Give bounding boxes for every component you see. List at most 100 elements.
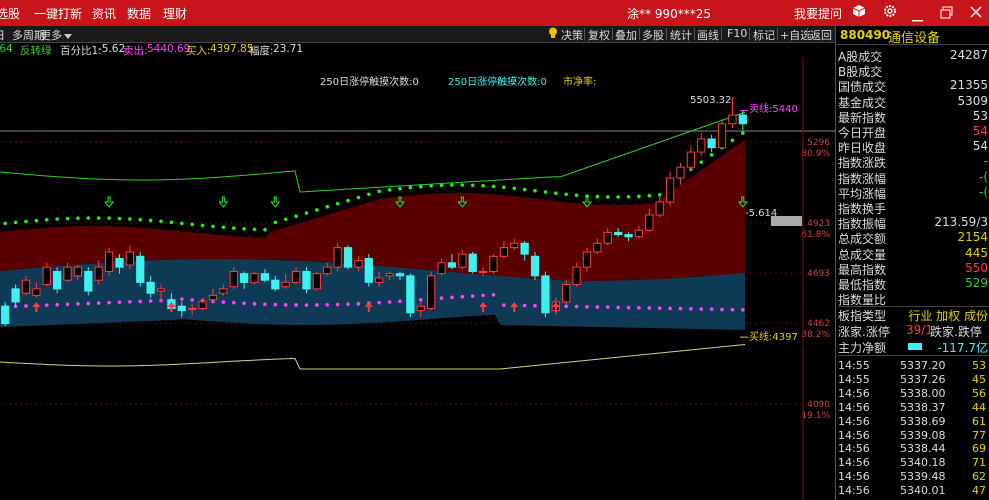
buy-label: 买入: — [186, 43, 211, 58]
gear-icon[interactable] — [883, 4, 897, 21]
green-signal-dot — [149, 219, 153, 223]
stat-row: 指数振幅213.59/3 — [838, 215, 989, 230]
magenta-signal-dot — [253, 302, 257, 306]
net-flow-row: 主力净额 -117.7亿 — [838, 339, 989, 356]
stat-row: 昨日收盘54 — [838, 139, 989, 154]
green-signal-dot — [97, 216, 101, 220]
green-signal-dot — [398, 187, 402, 191]
green-signal-dot — [367, 193, 371, 197]
candlestick[interactable] — [666, 172, 673, 207]
candlestick[interactable] — [677, 163, 684, 185]
high-price-label: 5503.32 — [690, 95, 731, 106]
outer-lower-band-line — [0, 345, 745, 370]
candlestick[interactable] — [542, 271, 549, 317]
candlestick[interactable] — [531, 252, 538, 280]
period-day-button[interactable]: 日 — [0, 27, 5, 43]
candlestick[interactable] — [137, 252, 144, 287]
candlestick[interactable] — [698, 132, 705, 156]
green-signal-dot — [409, 186, 413, 190]
tick-row: 14:565338.4469 — [838, 442, 989, 455]
bulb-icon — [548, 27, 558, 42]
green-signal-dot — [429, 184, 433, 188]
magenta-signal-dot — [492, 293, 496, 297]
candlestick[interactable] — [313, 271, 320, 291]
green-signal-dot — [24, 220, 28, 224]
adjust-button[interactable]: 复权 — [588, 27, 610, 43]
stat-row: 指数涨幅-( — [838, 170, 989, 185]
green-signal-dot — [648, 194, 652, 198]
green-signal-dot — [222, 225, 226, 229]
f10-button[interactable]: F10 — [727, 27, 747, 40]
decision-button[interactable]: 决策 — [561, 27, 583, 43]
quote-panel: 880490 通信设备 A股成交24287B股成交国债成交21355基金成交53… — [835, 26, 989, 500]
sell-value: 5440.69 — [147, 43, 190, 55]
candlestick[interactable] — [344, 245, 351, 269]
magenta-signal-dot — [679, 307, 683, 311]
minimize-icon[interactable] — [912, 12, 924, 26]
magenta-signal-dot — [658, 306, 662, 310]
magenta-signal-dot — [668, 307, 672, 311]
multi-stock-button[interactable]: 多股 — [642, 27, 664, 43]
candlestick[interactable] — [85, 267, 92, 295]
candlestick[interactable] — [687, 146, 694, 172]
menu-item-finance[interactable]: 理财 — [163, 5, 187, 22]
overlay-button[interactable]: 叠加 — [615, 27, 637, 43]
green-signal-dot — [388, 188, 392, 192]
green-signal-dot — [170, 221, 174, 225]
magenta-signal-dot — [118, 300, 122, 304]
candlestick[interactable] — [365, 254, 372, 287]
stats-button[interactable]: 统计 — [670, 27, 692, 43]
green-signal-dot — [14, 221, 18, 225]
indicator-readout: .64 反转绿 百分比1: -5.62 卖出: 5440.69 买入: 4397… — [0, 43, 835, 57]
ask-question-link[interactable]: 我要提问 — [794, 5, 842, 22]
menu-item-data[interactable]: 数据 — [127, 5, 151, 22]
candlestick[interactable] — [105, 248, 112, 276]
close-icon[interactable] — [970, 6, 982, 21]
stat-row: B股成交 — [838, 63, 989, 78]
draw-line-button[interactable]: 画线 — [697, 27, 719, 43]
green-signal-dot — [471, 183, 475, 187]
menu-item-news[interactable]: 资讯 — [92, 5, 116, 22]
buy-line-label: 买线:4397 — [749, 330, 798, 343]
mark-button[interactable]: 标记 — [753, 27, 775, 43]
candlestick[interactable] — [407, 274, 414, 317]
tick-row: 14:565339.4862 — [838, 470, 989, 483]
candlestick[interactable] — [490, 254, 497, 274]
restore-icon[interactable] — [940, 6, 953, 22]
green-signal-dot — [710, 153, 714, 157]
kline-chart[interactable]: 529680.9%492361.8%4693446238.2%409019.1%… — [0, 57, 835, 500]
candlestick[interactable] — [303, 267, 310, 293]
magenta-signal-dot — [450, 296, 454, 300]
candlestick[interactable] — [251, 271, 258, 284]
green-signal-dot — [315, 208, 319, 212]
stat-row: 平均涨幅-( — [838, 185, 989, 200]
menu-item-ipo[interactable]: 一键打新 — [34, 5, 82, 22]
account-name[interactable]: 涂** 990***25 — [627, 5, 711, 22]
candlestick[interactable] — [718, 119, 725, 149]
magenta-signal-dot — [263, 302, 267, 306]
magenta-signal-dot — [502, 303, 506, 307]
candlestick[interactable] — [428, 271, 435, 310]
candlestick[interactable] — [334, 243, 341, 271]
green-signal-dot — [87, 216, 91, 220]
magenta-signal-dot — [315, 303, 319, 307]
candlestick[interactable] — [54, 267, 61, 293]
axis-price-label: 4693 — [807, 269, 830, 279]
magenta-signal-dot — [55, 303, 59, 307]
green-signal-dot — [325, 205, 329, 209]
green-signal-dot — [336, 202, 340, 206]
cube-icon[interactable] — [852, 4, 866, 21]
menu-item-stock-pick[interactable]: 选股 — [0, 5, 20, 22]
magenta-signal-dot — [596, 305, 600, 309]
magenta-signal-dot — [419, 298, 423, 302]
green-signal-dot — [627, 195, 631, 199]
axis-price-label: 4923 — [807, 219, 830, 229]
candlestick[interactable] — [708, 135, 715, 152]
more-button[interactable]: 更多 — [40, 27, 62, 43]
chevron-down-icon[interactable] — [64, 30, 72, 43]
axis-pct-label: 61.8% — [801, 230, 830, 240]
green-signal-dot — [419, 185, 423, 189]
back-button[interactable]: 返回 — [810, 27, 832, 43]
green-signal-dot — [554, 191, 558, 195]
candlestick[interactable] — [469, 252, 476, 274]
